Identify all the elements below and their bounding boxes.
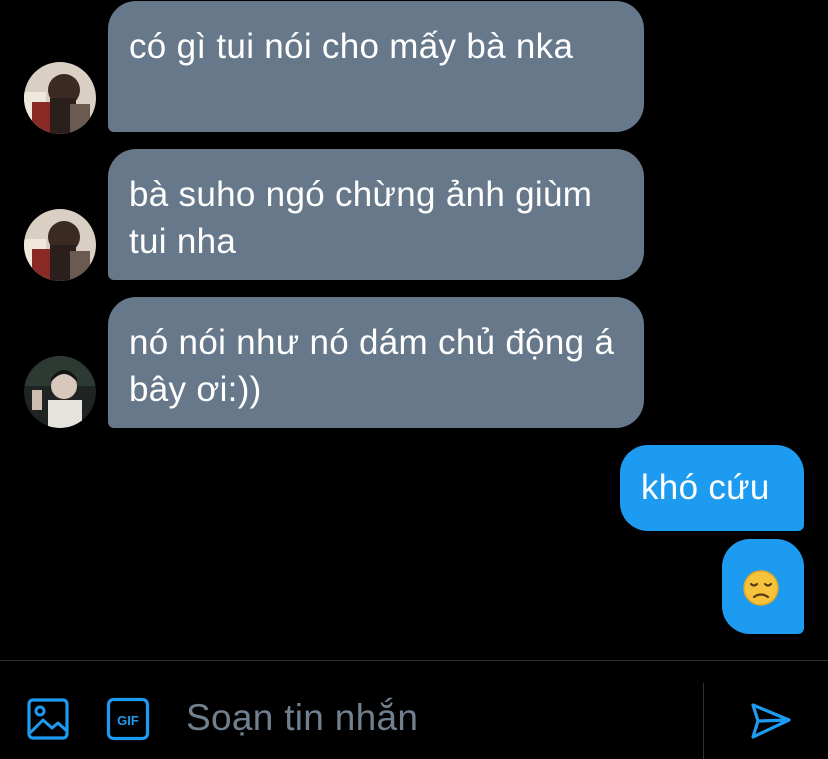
message-text: khó cứu — [641, 468, 770, 507]
gif-button[interactable]: GIF — [106, 697, 150, 741]
incoming-message-bubble[interactable]: nó nói như nó dám chủ động á bây ơi:)) — [108, 297, 644, 428]
outgoing-message-bubble[interactable]: 😞 — [722, 539, 804, 634]
avatar-user-b-image — [24, 356, 96, 428]
sender-avatar[interactable] — [24, 62, 96, 134]
send-icon[interactable] — [749, 699, 793, 743]
message-composer: GIF Soạn tin nhắn — [0, 660, 828, 759]
sender-avatar[interactable] — [24, 356, 96, 428]
avatar-user-a-image — [24, 62, 96, 134]
conversation-area: có gì tui nói cho mấy bà nka bà suho ngó… — [0, 0, 828, 660]
image-icon[interactable] — [26, 697, 70, 741]
message-text: có gì tui nói cho mấy bà nka — [129, 27, 574, 66]
composer-divider — [703, 683, 704, 759]
sender-avatar[interactable] — [24, 209, 96, 281]
avatar-user-a-image — [24, 209, 96, 281]
message-input[interactable]: Soạn tin nhắn — [186, 696, 418, 740]
gif-label: GIF — [117, 713, 139, 728]
message-text: bà suho ngó chừng ảnh giùm tui nha — [129, 175, 593, 261]
disappointed-face-icon — [743, 570, 779, 606]
message-text: nó nói như nó dám chủ động á bây ơi:)) — [129, 323, 615, 409]
incoming-message-bubble[interactable]: có gì tui nói cho mấy bà nka — [108, 1, 644, 132]
incoming-message-bubble[interactable]: bà suho ngó chừng ảnh giùm tui nha — [108, 149, 644, 280]
outgoing-message-bubble[interactable]: khó cứu — [620, 445, 804, 531]
